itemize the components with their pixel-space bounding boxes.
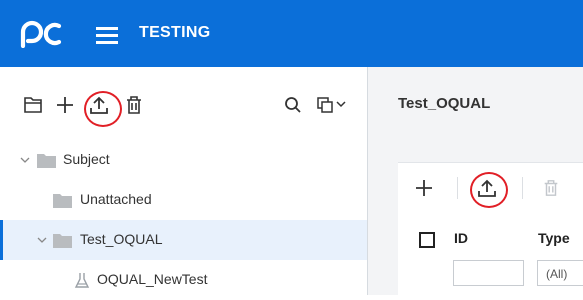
- folder-icon: [53, 194, 72, 208]
- chevron-down-icon[interactable]: [20, 156, 30, 164]
- left-pane: Subject Unattached Test_OQUAL OQUAL_NewT…: [0, 67, 367, 295]
- upload-highlight-circle: [84, 91, 122, 127]
- page-title: Test_OQUAL: [398, 95, 491, 112]
- add-icon[interactable]: [414, 178, 434, 198]
- chevron-down-icon[interactable]: [336, 100, 346, 108]
- tree-item-label: OQUAL_NewTest: [97, 271, 208, 287]
- column-header-type[interactable]: Type: [538, 230, 570, 246]
- toolbar-divider: [457, 177, 458, 199]
- tree-item-unattached[interactable]: Unattached: [0, 180, 367, 220]
- folder-icon: [37, 154, 56, 168]
- tree-item-test-oqual[interactable]: Test_OQUAL: [0, 220, 367, 260]
- pc-logo-icon[interactable]: [19, 20, 79, 48]
- tree-item-oqual-newtest[interactable]: OQUAL_NewTest: [0, 260, 367, 300]
- delete-icon[interactable]: [124, 95, 144, 115]
- app-title: TESTING: [139, 24, 211, 41]
- test-grid: ID Type (All): [398, 162, 583, 296]
- type-filter-select[interactable]: (All): [537, 260, 583, 286]
- top-bar: TESTING: [0, 0, 583, 67]
- select-all-checkbox[interactable]: [419, 232, 435, 248]
- column-header-id[interactable]: ID: [454, 230, 468, 246]
- folder-icon: [53, 234, 72, 248]
- folder-icon[interactable]: [23, 96, 43, 114]
- hamburger-menu-icon[interactable]: [96, 27, 118, 44]
- test-icon: [74, 273, 90, 288]
- search-icon[interactable]: [284, 96, 302, 114]
- upload-highlight-circle: [470, 172, 508, 208]
- tree-item-label: Subject: [63, 151, 110, 167]
- tree-item-label: Unattached: [80, 191, 152, 207]
- copy-icon[interactable]: [317, 97, 333, 113]
- chevron-down-icon[interactable]: [37, 236, 47, 244]
- add-icon[interactable]: [55, 95, 75, 115]
- toolbar-divider: [522, 177, 523, 199]
- delete-icon[interactable]: [542, 179, 560, 197]
- tree-item-label: Test_OQUAL: [80, 231, 163, 247]
- tree-item-subject[interactable]: Subject: [0, 140, 367, 180]
- id-filter-input[interactable]: [453, 260, 524, 286]
